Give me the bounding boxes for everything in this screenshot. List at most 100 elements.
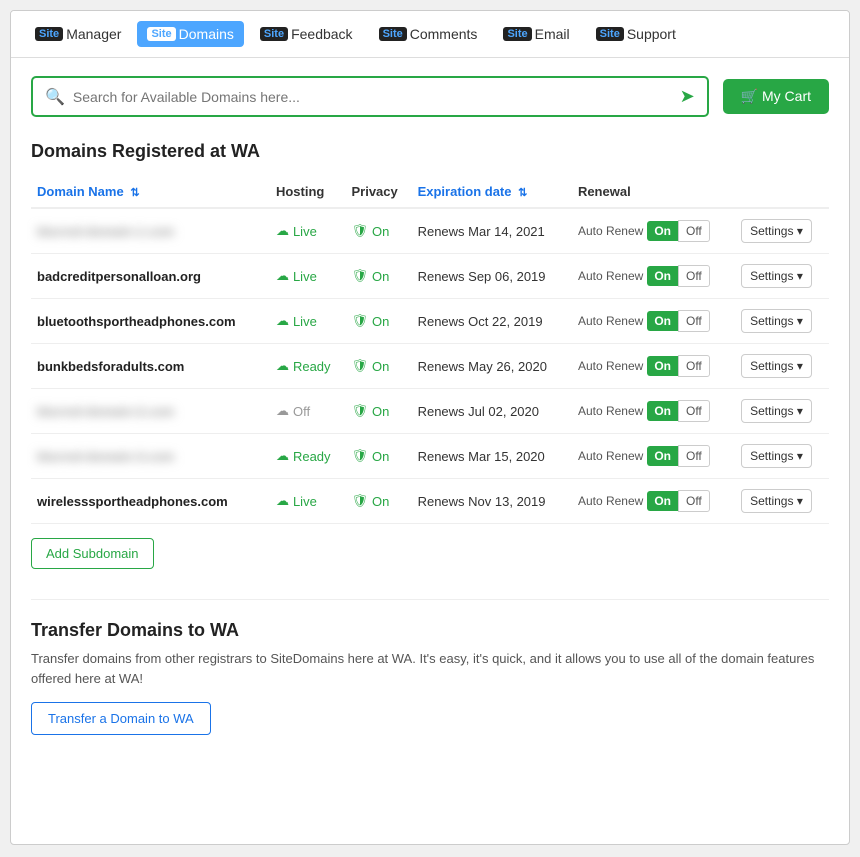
auto-renew-label: Auto Renew — [578, 224, 643, 238]
domain-name-text: bluetoothsportheadphones.com — [37, 314, 236, 329]
domain-name-text: blurred-domain-1.com — [37, 224, 174, 239]
privacy-status: 🛡 On — [351, 493, 405, 509]
privacy-status: 🛡 On — [351, 403, 405, 419]
toggle-on-button[interactable]: On — [647, 221, 678, 241]
renewal-cell: Auto Renew On Off — [572, 299, 735, 344]
domain-name-cell: blurred-domain-2.com — [31, 389, 270, 434]
domain-name-text: badcreditpersonalloan.org — [37, 269, 201, 284]
site-badge: Site — [503, 27, 531, 41]
toggle-off-button[interactable]: Off — [678, 445, 710, 467]
settings-cell: Settings ▾ — [735, 208, 829, 254]
domain-name-text: bunkbedsforadults.com — [37, 359, 184, 374]
toggle-group: On Off — [647, 220, 709, 242]
nav-item-feedback[interactable]: Site Feedback — [250, 21, 363, 47]
table-row: blurred-domain-2.com☁ Off🛡 OnRenews Jul … — [31, 389, 829, 434]
cloud-icon: ☁ — [276, 223, 289, 239]
nav-label-manager: Manager — [66, 26, 121, 42]
hosting-status-cell: ☁ Ready — [270, 344, 346, 389]
toggle-on-button[interactable]: On — [647, 266, 678, 286]
search-box: 🔍 ➤ — [31, 76, 709, 117]
toggle-off-button[interactable]: Off — [678, 220, 710, 242]
hosting-status-cell: ☁ Ready — [270, 434, 346, 479]
renewal-cell: Auto Renew On Off — [572, 389, 735, 434]
table-header-row: Domain Name ⇅ Hosting Privacy Expiration… — [31, 176, 829, 208]
nav-label-comments: Comments — [410, 26, 478, 42]
toggle-off-button[interactable]: Off — [678, 265, 710, 287]
page-wrapper: Site Manager Site Domains Site Feedback … — [10, 10, 850, 845]
auto-renew-label: Auto Renew — [578, 314, 643, 328]
domain-name-cell: wirelesssportheadphones.com — [31, 479, 270, 524]
domain-name-cell: bunkbedsforadults.com — [31, 344, 270, 389]
hosting-status-cell: ☁ Live — [270, 208, 346, 254]
nav-bar: Site Manager Site Domains Site Feedback … — [11, 11, 849, 58]
settings-button[interactable]: Settings ▾ — [741, 309, 812, 333]
table-row: blurred-domain-1.com☁ Live🛡 OnRenews Mar… — [31, 208, 829, 254]
toggle-on-button[interactable]: On — [647, 401, 678, 421]
search-input[interactable] — [73, 89, 672, 105]
hosting-status: ☁ Live — [276, 223, 340, 239]
toggle-on-button[interactable]: On — [647, 311, 678, 331]
privacy-status: 🛡 On — [351, 268, 405, 284]
toggle-group: On Off — [647, 310, 709, 332]
col-renewal: Renewal — [572, 176, 735, 208]
expiration-cell: Renews May 26, 2020 — [412, 344, 572, 389]
nav-item-manager[interactable]: Site Manager — [25, 21, 131, 47]
hosting-status-cell: ☁ Live — [270, 254, 346, 299]
nav-item-domains[interactable]: Site Domains — [137, 21, 243, 47]
expiration-cell: Renews Sep 06, 2019 — [412, 254, 572, 299]
settings-button[interactable]: Settings ▾ — [741, 219, 812, 243]
toggle-group: On Off — [647, 445, 709, 467]
site-badge: Site — [35, 27, 63, 41]
settings-button[interactable]: Settings ▾ — [741, 489, 812, 513]
settings-cell: Settings ▾ — [735, 254, 829, 299]
cart-label: 🛒 My Cart — [741, 88, 811, 105]
settings-cell: Settings ▾ — [735, 434, 829, 479]
site-badge-active: Site — [147, 27, 175, 41]
auto-renew-label: Auto Renew — [578, 269, 643, 283]
search-submit-icon[interactable]: ➤ — [680, 86, 695, 107]
privacy-cell: 🛡 On — [345, 254, 411, 299]
hosting-status-cell: ☁ Off — [270, 389, 346, 434]
toggle-off-button[interactable]: Off — [678, 400, 710, 422]
privacy-cell: 🛡 On — [345, 389, 411, 434]
renewal-cell: Auto Renew On Off — [572, 479, 735, 524]
expiration-cell: Renews Mar 15, 2020 — [412, 434, 572, 479]
table-row: bunkbedsforadults.com☁ Ready🛡 OnRenews M… — [31, 344, 829, 389]
toggle-off-button[interactable]: Off — [678, 490, 710, 512]
hosting-status: ☁ Live — [276, 313, 340, 329]
add-subdomain-button[interactable]: Add Subdomain — [31, 538, 154, 569]
my-cart-button[interactable]: 🛒 My Cart — [723, 79, 829, 114]
settings-button[interactable]: Settings ▾ — [741, 354, 812, 378]
hosting-status: ☁ Ready — [276, 448, 340, 464]
nav-item-email[interactable]: Site Email — [493, 21, 579, 47]
toggle-on-button[interactable]: On — [647, 446, 678, 466]
auto-renew-label: Auto Renew — [578, 494, 643, 508]
sort-arrows-expiration: ⇅ — [518, 187, 527, 199]
table-row: badcreditpersonalloan.org ☁ Live 🛡 On Renew… — [31, 254, 829, 299]
col-expiration[interactable]: Expiration date ⇅ — [412, 176, 572, 208]
transfer-domain-button[interactable]: Transfer a Domain to WA — [31, 702, 211, 735]
settings-button[interactable]: Settings ▾ — [741, 444, 812, 468]
search-icon: 🔍 — [45, 87, 65, 107]
nav-item-comments[interactable]: Site Comments — [369, 21, 488, 47]
shield-icon: 🛡 — [351, 268, 368, 284]
domain-name-text: blurred-domain-3.com — [37, 449, 174, 464]
col-domain-name[interactable]: Domain Name ⇅ — [31, 176, 270, 208]
privacy-cell: 🛡 On — [345, 479, 411, 524]
toggle-on-button[interactable]: On — [647, 491, 678, 511]
toggle-on-button[interactable]: On — [647, 356, 678, 376]
nav-item-support[interactable]: Site Support — [586, 21, 686, 47]
renewal-cell: Auto Renew On Off — [572, 344, 735, 389]
expiration-cell: Renews Oct 22, 2019 — [412, 299, 572, 344]
col-privacy: Privacy — [345, 176, 411, 208]
col-actions — [735, 176, 829, 208]
cloud-icon: ☁ — [276, 268, 289, 284]
shield-icon: 🛡 — [351, 223, 368, 239]
settings-button[interactable]: Settings ▾ — [741, 264, 812, 288]
renewal-cell: Auto Renew On Off — [572, 208, 735, 254]
toggle-off-button[interactable]: Off — [678, 310, 710, 332]
toggle-off-button[interactable]: Off — [678, 355, 710, 377]
domain-name-cell: badcreditpersonalloan.org — [31, 254, 270, 299]
settings-button[interactable]: Settings ▾ — [741, 399, 812, 423]
hosting-status: ☁ Ready — [276, 358, 340, 374]
